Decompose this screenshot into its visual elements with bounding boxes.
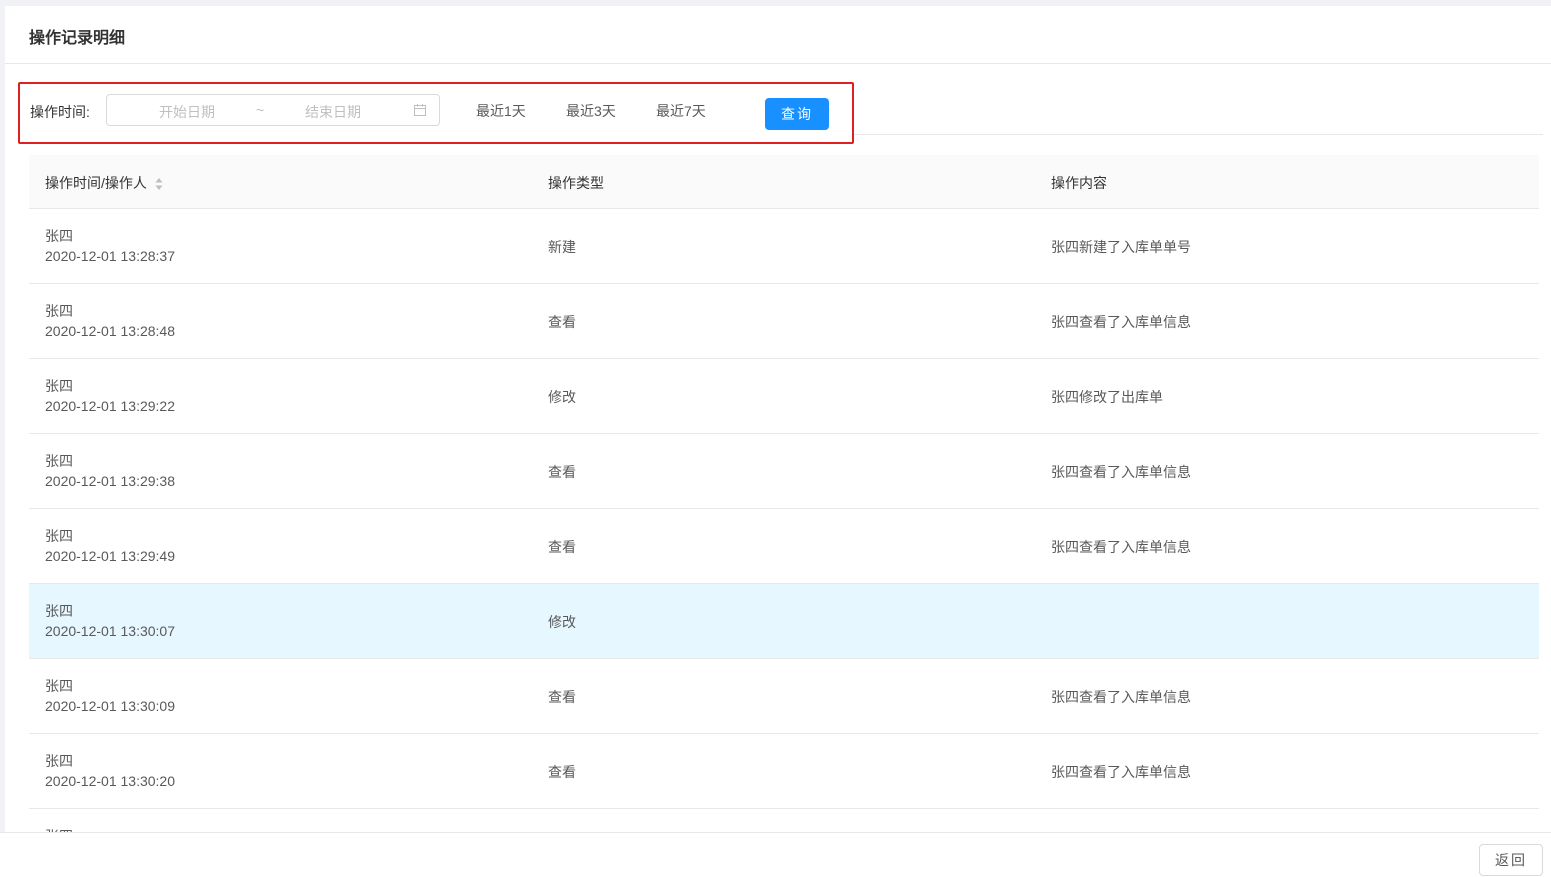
operation-content: 张四修改了出库单: [1051, 389, 1163, 405]
table-row[interactable]: 张四 2020-12-01 13:30:09 查看 张四查看了入库单信息: [29, 659, 1539, 734]
operation-log-table: 操作时间/操作人 操作类型 操作内容 张四 2020-12-01 13:28:37…: [29, 155, 1539, 832]
operation-type: 查看: [548, 464, 576, 480]
operation-type: 查看: [548, 539, 576, 555]
end-date-input[interactable]: 结束日期: [305, 102, 361, 122]
table-row[interactable]: 张四: [29, 809, 1539, 832]
operator-name: 张四: [45, 603, 73, 619]
operation-content: 张四查看了入库单信息: [1051, 464, 1191, 480]
operation-type: 查看: [548, 314, 576, 330]
operation-time: 2020-12-01 13:28:37: [45, 248, 175, 264]
operation-time: 2020-12-01 13:30:20: [45, 773, 175, 789]
table-row[interactable]: 张四 2020-12-01 13:29:38 查看 张四查看了入库单信息: [29, 434, 1539, 509]
table-row[interactable]: 张四 2020-12-01 13:30:07 修改: [29, 584, 1539, 659]
operation-content: 张四新建了入库单单号: [1051, 239, 1191, 255]
page-title: 操作记录明细: [29, 30, 126, 47]
operation-type: 修改: [548, 614, 576, 630]
operation-type: 新建: [548, 239, 576, 255]
operation-content: 张四查看了入库单信息: [1051, 539, 1191, 555]
quick-range-3-days[interactable]: 最近3天: [566, 101, 616, 121]
operation-type: 查看: [548, 764, 576, 780]
operator-name: 张四: [45, 753, 73, 769]
operation-time: 2020-12-01 13:29:38: [45, 473, 175, 489]
query-button[interactable]: 查询: [765, 98, 829, 130]
operation-type: 查看: [548, 689, 576, 705]
operation-time: 2020-12-01 13:30:09: [45, 698, 175, 714]
back-button[interactable]: 返回: [1479, 844, 1543, 876]
filter-divider: [853, 134, 1543, 135]
table-row[interactable]: 张四 2020-12-01 13:30:20 查看 张四查看了入库单信息: [29, 734, 1539, 809]
table-row[interactable]: 张四 2020-12-01 13:28:37 新建 张四新建了入库单单号: [29, 209, 1539, 284]
start-date-input[interactable]: 开始日期: [159, 102, 215, 122]
filter-label: 操作时间:: [30, 104, 90, 120]
operation-content: 张四查看了入库单信息: [1051, 689, 1191, 705]
footer-bar: 返回: [0, 832, 1551, 877]
operator-name: 张四: [45, 678, 73, 694]
quick-range-7-days[interactable]: 最近7天: [656, 101, 706, 121]
operator-name: 张四: [45, 453, 73, 469]
operation-time: 2020-12-01 13:30:07: [45, 623, 175, 639]
operator-name: 张四: [45, 303, 73, 319]
column-header-type: 操作类型: [548, 175, 604, 191]
operation-type: 修改: [548, 389, 576, 405]
date-range-picker[interactable]: 开始日期 ~ 结束日期: [106, 94, 440, 126]
table-row[interactable]: 张四 2020-12-01 13:29:49 查看 张四查看了入库单信息: [29, 509, 1539, 584]
operation-content: 张四查看了入库单信息: [1051, 314, 1191, 330]
quick-range-1-day[interactable]: 最近1天: [476, 101, 526, 121]
filter-bar: 操作时间: 开始日期 ~ 结束日期 最近1天 最近3天 最近7天 查询: [18, 82, 854, 144]
column-header-content: 操作内容: [1051, 175, 1107, 191]
main-card: 操作记录明细 操作时间: 开始日期 ~ 结束日期 最近1天 最近3天 最近7天 …: [5, 6, 1551, 832]
operator-name: 张四: [45, 378, 73, 394]
operation-time: 2020-12-01 13:29:49: [45, 548, 175, 564]
column-header-time-operator[interactable]: 操作时间/操作人: [45, 173, 163, 193]
sort-icon[interactable]: [155, 177, 163, 191]
operator-name: 张四: [45, 528, 73, 544]
table-row[interactable]: 张四 2020-12-01 13:28:48 查看 张四查看了入库单信息: [29, 284, 1539, 359]
card-header: 操作记录明细: [5, 6, 1551, 64]
operation-time: 2020-12-01 13:29:22: [45, 398, 175, 414]
operation-content: 张四查看了入库单信息: [1051, 764, 1191, 780]
range-separator: ~: [256, 102, 265, 118]
column-header-label: 操作时间/操作人: [45, 175, 147, 191]
operation-time: 2020-12-01 13:28:48: [45, 323, 175, 339]
table-row[interactable]: 张四 2020-12-01 13:29:22 修改 张四修改了出库单: [29, 359, 1539, 434]
table-header: 操作时间/操作人 操作类型 操作内容: [29, 155, 1539, 209]
table-body: 张四 2020-12-01 13:28:37 新建 张四新建了入库单单号 张四 2020-…: [29, 209, 1539, 832]
calendar-icon: [414, 104, 426, 116]
operator-name: 张四: [45, 228, 73, 244]
